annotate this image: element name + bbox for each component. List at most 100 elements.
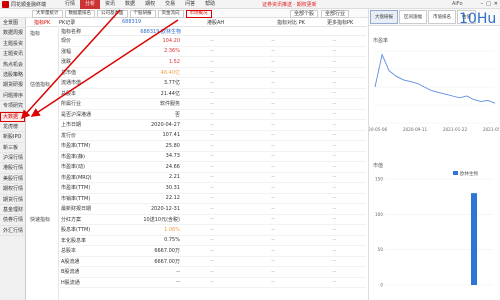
sidebar-item[interactable]: 龙虎榜 [0, 122, 25, 133]
compare-slots: -- -- -- [181, 48, 365, 54]
table-row[interactable]: A股流通 6667.00万 -- -- -- [60, 257, 366, 267]
sidebar-item[interactable]: 新股IPO [0, 132, 25, 143]
sidebar-item[interactable]: 数据周报 [0, 28, 25, 39]
close-icon[interactable]: ✕ [494, 1, 498, 7]
tab[interactable]: 资金流向 [157, 10, 184, 18]
sidebar-item[interactable]: 港股行情 [0, 163, 25, 174]
x-tick-label: 2021-01-22 [443, 127, 468, 132]
empty-slot: -- [271, 132, 275, 139]
table-row[interactable]: 股息率(TTM) 1.06% -- -- -- [60, 225, 366, 236]
menu-item[interactable]: 帮助 [200, 0, 220, 9]
notice-text[interactable]: 证券资讯推送 · 期权更新 [262, 1, 317, 8]
filter-industry[interactable]: 全部行业 [321, 10, 350, 18]
table-row[interactable]: 市盈率(MRQ) 2.21 -- -- -- [60, 173, 366, 183]
tab-active[interactable]: 市场概况 [185, 10, 212, 18]
table-row[interactable]: 市盈率(TTM) 30.31 -- -- -- [60, 183, 366, 194]
compare-slots: -- -- -- [181, 143, 365, 149]
empty-slot: -- [332, 279, 337, 286]
table-row[interactable]: 最新财报日期 2020-12-31 -- -- -- [60, 204, 366, 215]
table-row[interactable]: 涨跌 1.52 -- -- -- [60, 57, 366, 68]
field-value: 10送10元(含税) [143, 216, 180, 223]
empty-slot: -- [271, 90, 275, 97]
menu-item[interactable]: 数据 [120, 0, 140, 9]
tab-compare[interactable]: 指标对比 PK [277, 19, 305, 26]
table-row[interactable]: 总市值 46.40亿 -- -- -- [60, 68, 366, 78]
field-label: 上市日期 [61, 122, 82, 129]
table-row[interactable]: 是否沪深港通 否 -- -- -- [60, 110, 366, 120]
sidebar-item[interactable]: 主题资讯 [0, 49, 25, 60]
sidebar-item[interactable]: 债券行情 [0, 215, 25, 226]
field-value: 0.75% [164, 237, 180, 244]
tab-more[interactable]: 更多指标PK [327, 19, 353, 26]
legend-swatch [453, 171, 458, 175]
category-column: 指标 估值指标 快速指标 [27, 28, 59, 300]
sidebar-item[interactable]: 选股策略 [0, 70, 25, 81]
menu-item[interactable]: 交易 [160, 0, 180, 9]
tab[interactable]: 个股研报 [129, 10, 156, 18]
maximize-icon[interactable]: □ [486, 1, 491, 7]
table-row[interactable]: 流通市值 3.77亿 -- -- -- [60, 78, 366, 89]
x-tick-label: 2020-05-06 [369, 127, 387, 132]
table-row[interactable]: H股流通 -- -- -- -- [60, 278, 366, 288]
sidebar-item[interactable]: 基金理财 [0, 205, 25, 216]
menu-item[interactable]: 资讯 [100, 0, 120, 9]
table-row[interactable]: 市盈率(静) 34.73 -- -- -- [60, 152, 366, 162]
user-info[interactable]: AiFo [452, 1, 463, 7]
sidebar-item[interactable]: 全景图 [0, 18, 25, 29]
table-row[interactable]: 上市日期 2020-04-27 -- -- -- [60, 120, 366, 131]
sidebar-item[interactable]: 美股行情 [0, 174, 25, 185]
header-stock[interactable]: 688319 欧林生物 [121, 28, 181, 35]
tab-hk-ah[interactable]: 港股AH [207, 19, 224, 26]
table-row[interactable]: 总股本 6667.00万 -- -- -- [60, 246, 366, 257]
table-row[interactable]: 市盈率(动) 24.66 -- -- -- [60, 162, 366, 173]
table-row[interactable]: 分红方案 10送10元(含税) -- -- -- [60, 215, 366, 225]
y-tick-label: 150 [375, 177, 383, 182]
menu-item[interactable]: 期权 [140, 0, 160, 9]
menu-item[interactable]: 行情 [60, 0, 80, 9]
table-row[interactable]: 市销率(TTM) 22.12 -- -- -- [60, 194, 366, 204]
tab[interactable]: 大单量统计 [32, 10, 63, 18]
tab-indicator-pk[interactable]: 指标PK [34, 19, 50, 26]
tab-pk-record[interactable]: PK记录 [59, 19, 75, 26]
compare-slots: -- -- -- [181, 227, 365, 233]
sidebar-item[interactable]: 期货行情 [0, 195, 25, 206]
minimize-icon[interactable]: – [481, 1, 484, 7]
field-value: 2.21 [168, 174, 180, 181]
sidebar-item-big-data[interactable]: 大数据 [0, 111, 25, 122]
table-row[interactable]: 所属行业 软件服务 -- -- -- [60, 99, 366, 110]
sidebar-item[interactable]: 专项研究 [0, 101, 25, 112]
table-row[interactable]: 现价 104.20 -- -- -- [60, 36, 366, 47]
rtab-active[interactable]: 大盘研报 [370, 10, 398, 24]
empty-slot: -- [332, 48, 337, 55]
empty-slot: -- [271, 121, 275, 128]
sidebar-item[interactable]: 沪深行情 [0, 153, 25, 164]
table-row[interactable]: 市盈率(TTM) 25.80 -- -- -- [60, 141, 366, 152]
menu-item[interactable]: 问答 [180, 0, 200, 9]
table-row[interactable]: B股流通 -- -- -- -- [60, 267, 366, 278]
menu-item-active[interactable]: 分析 [80, 0, 101, 9]
sidebar-item[interactable]: 期权行情 [0, 184, 25, 195]
field-label: H股流通 [61, 279, 80, 286]
sidebar-item[interactable]: 期货研报 [0, 80, 25, 91]
field-label: 市盈率(TTM) [61, 143, 91, 150]
table-row[interactable]: 总股本 21.44亿 -- -- -- [60, 89, 366, 99]
field-label: 现价 [61, 38, 72, 45]
sidebar-item[interactable]: 主题投资 [0, 39, 25, 50]
table-row[interactable]: 涨幅 2.36% -- -- -- [60, 47, 366, 57]
sidebar-item[interactable]: 外汇行情 [0, 226, 25, 237]
stock-code[interactable]: 688319 [122, 19, 141, 25]
sidebar-item[interactable]: 热点机会 [0, 60, 25, 70]
tab[interactable]: 公司基本面 [97, 10, 128, 18]
filter-stock[interactable]: 全部个股 [290, 10, 319, 18]
rtab[interactable]: 区间涨幅 [399, 10, 427, 24]
empty-slot: -- [271, 174, 275, 181]
y-tick-label: 50 [378, 247, 384, 252]
table-row[interactable]: 年化股息率 0.75% -- -- -- [60, 236, 366, 246]
table-row[interactable]: 发行价 107.41 -- -- -- [60, 131, 366, 141]
tab[interactable]: 数据量排名 [64, 10, 95, 18]
sidebar-item[interactable]: 新三板 [0, 143, 25, 154]
rtab[interactable]: 市值排名 [428, 10, 456, 24]
sidebar-item[interactable]: 问题排序 [0, 91, 25, 102]
empty-slot: -- [332, 184, 337, 191]
field-value: -- [176, 279, 180, 286]
